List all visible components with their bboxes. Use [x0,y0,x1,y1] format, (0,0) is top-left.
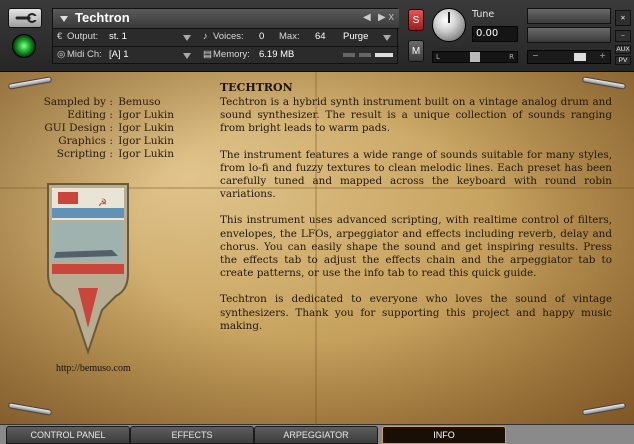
pin-icon [7,402,53,416]
level-meters [527,8,611,44]
info-title: TECHTRON [220,81,293,94]
midi-label: Midi Ch: [67,49,102,60]
voices-icon: ♪ [203,31,208,42]
tune-knob[interactable] [432,8,466,42]
mute-button[interactable]: M [408,40,424,62]
tab-info[interactable]: INFO [382,426,506,444]
credit-line: Editing : Igor Lukin [18,109,208,122]
meter-left [527,8,611,24]
instrument-name[interactable]: Techtron [75,10,130,25]
voices-value: 0 [259,31,265,42]
output-label: Output: [67,31,99,42]
info-paragraph: Techtron is a hybrid synth instrument bu… [220,96,612,135]
credit-line: Graphics : Igor Lukin [18,135,208,148]
midi-icon: ◎ [57,49,66,60]
max-voices-field[interactable]: 64 [315,31,326,42]
minimize-button[interactable]: − [615,30,631,42]
chevron-down-icon[interactable] [183,35,191,41]
volume-handle[interactable] [574,53,586,61]
credits: Sampled by : Bemuso Editing : Igor Lukin… [18,96,208,161]
pan-right-label: R [509,53,514,61]
voices-label: Voices: [213,31,244,42]
plus-icon: + [599,51,606,60]
chevron-left-icon[interactable]: ◀ [363,12,371,23]
wrench-icon[interactable] [8,8,42,28]
close-icon[interactable]: x [389,11,395,23]
pan-handle[interactable] [470,52,480,62]
credit-line: Sampled by : Bemuso [18,96,208,109]
midi-row: ◎ Midi Ch: [A] 1 ▤ Memory: 6.19 MB [53,47,399,64]
midi-channel-select[interactable]: [A] 1 [109,49,129,60]
instrument-header: Techtron ◀ ▶ x € Output: st. 1 ♪ Voices:… [0,0,634,72]
max-label: Max: [279,31,300,42]
output-icon: € [57,31,63,42]
info-paragraph: This instrument uses advanced scripting,… [220,214,612,280]
tab-effects[interactable]: EFFECTS [130,426,254,444]
pan-slider[interactable]: L R [432,51,518,63]
chevron-down-icon[interactable] [383,35,391,41]
tune-label: Tune [472,9,495,20]
close-button[interactable]: ✕ [615,10,631,26]
meter-right [527,27,611,43]
credit-value: Bemuso [118,96,161,108]
minus-icon: − [532,51,539,60]
memory-value: 6.19 MB [259,49,295,60]
info-icon[interactable] [359,53,371,57]
tab-arpeggiator[interactable]: ARPEGGIATOR [254,426,378,444]
tab-control-panel[interactable]: CONTROL PANEL [6,426,130,444]
pin-icon [581,76,627,90]
tune-value[interactable]: 0.00 [472,26,518,42]
credit-line: GUI Design : Igor Lukin [18,122,208,135]
output-level [375,53,393,57]
pan-left-label: L [436,53,440,61]
info-paragraph: The instrument features a wide range of … [220,148,612,201]
chevron-right-icon[interactable]: ▶ [378,12,386,23]
info-panel: Sampled by : Bemuso Editing : Igor Lukin… [0,72,634,424]
chevron-down-icon[interactable] [183,53,191,59]
memory-label: Memory: [213,49,250,60]
credit-label: Sampled by [43,96,106,108]
pv-button[interactable]: PV [615,56,631,65]
badge-image: ☭ [47,183,129,356]
power-led-icon[interactable] [12,34,36,58]
credit-value: Igor Lukin [118,148,174,160]
credit-value: Igor Lukin [118,109,174,121]
output-row: € Output: st. 1 ♪ Voices: 0 Max: 64 Purg… [53,29,399,46]
purge-menu[interactable]: Purge [343,31,368,42]
pin-icon [581,402,627,416]
pin-icon [7,76,53,90]
volume-slider[interactable]: − + [527,50,611,64]
credit-label: Editing [67,109,106,121]
credit-line: Scripting : Igor Lukin [18,148,208,161]
website-link[interactable]: http://bemuso.com [56,363,131,374]
credit-value: Igor Lukin [118,122,174,134]
instrument-title-bar: Techtron ◀ ▶ x [53,9,399,29]
instrument-panel: Techtron ◀ ▶ x € Output: st. 1 ♪ Voices:… [52,8,399,64]
memory-icon: ▤ [203,49,212,60]
info-paragraph: Techtron is dedicated to everyone who lo… [220,293,612,332]
credit-value: Igor Lukin [118,135,174,147]
credit-label: Graphics [58,135,106,147]
solo-button[interactable]: S [408,9,424,31]
chevron-down-icon[interactable] [60,16,68,22]
credit-label: GUI Design [44,122,106,134]
output-select[interactable]: st. 1 [109,31,127,42]
svg-text:☭: ☭ [98,198,107,209]
camera-icon[interactable] [343,53,355,57]
tab-bar: CONTROL PANEL EFFECTS ARPEGGIATOR INFO [0,424,634,444]
aux-button[interactable]: AUX [615,45,631,54]
credit-label: Scripting [56,148,106,160]
info-text: Techtron is a hybrid synth instrument bu… [220,96,612,346]
